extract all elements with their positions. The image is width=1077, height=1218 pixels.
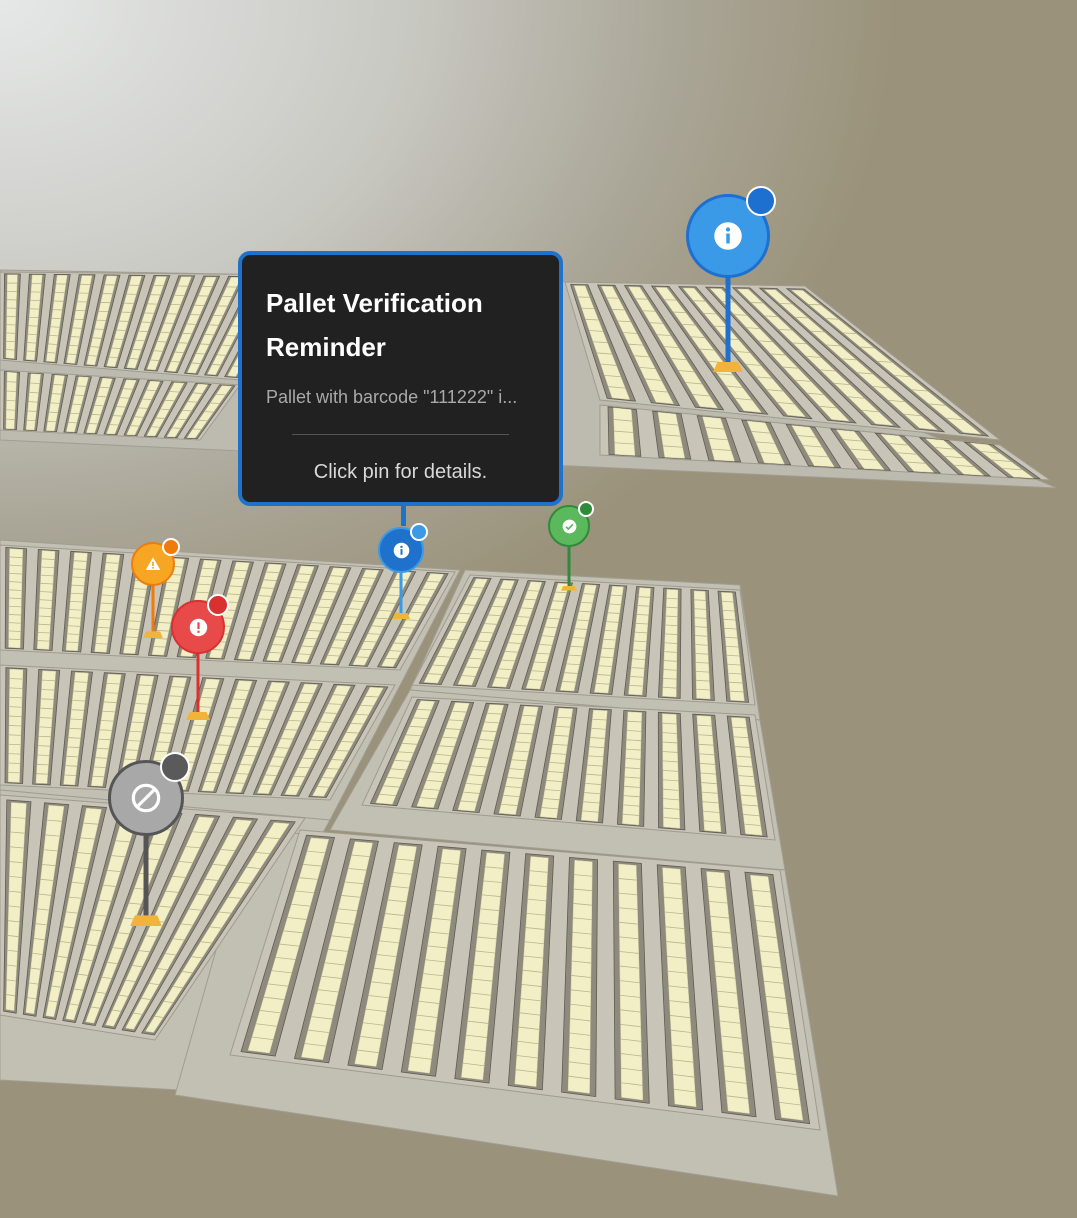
block-icon [130, 782, 162, 814]
warning-pin[interactable] [131, 538, 180, 644]
tooltip-title-line2: Reminder [266, 332, 386, 362]
blocked-pin[interactable] [108, 752, 190, 932]
tooltip-stem [401, 506, 406, 526]
pin-stick [196, 650, 200, 720]
warning-icon [145, 556, 161, 572]
check-icon [562, 519, 577, 534]
tooltip-divider [292, 434, 509, 435]
tooltip-title: Pallet Verification Reminder [266, 281, 535, 369]
exclamation-icon [189, 618, 208, 637]
status-badge [207, 594, 229, 616]
status-badge [160, 752, 190, 782]
pin-base [186, 712, 210, 720]
pin-base [392, 613, 410, 619]
pin-base [130, 915, 162, 927]
info-pin-large[interactable] [686, 186, 776, 378]
error-pin[interactable] [171, 594, 229, 726]
tooltip-message: Pallet with barcode "111222" i... [266, 387, 518, 407]
info-icon [393, 542, 410, 559]
info-icon [713, 221, 743, 251]
tooltip-hint: Click pin for details. [313, 461, 488, 483]
info-pin-active[interactable] [378, 523, 428, 625]
success-pin[interactable] [548, 501, 594, 597]
status-badge [162, 538, 180, 556]
pin-base [561, 585, 577, 591]
status-badge [410, 523, 428, 541]
pin-base [143, 631, 163, 639]
pin-stick [567, 543, 571, 591]
pin-stick [725, 274, 731, 372]
pin-stick [143, 832, 149, 926]
pin-stick [399, 569, 403, 619]
pin-tooltip: Pallet Verification Reminder Pallet with… [238, 251, 563, 506]
tooltip-title-line1: Pallet Verification [266, 288, 483, 318]
pin-stick [151, 582, 155, 638]
pin-base [713, 362, 743, 372]
status-badge [578, 501, 594, 517]
status-badge [746, 186, 776, 216]
